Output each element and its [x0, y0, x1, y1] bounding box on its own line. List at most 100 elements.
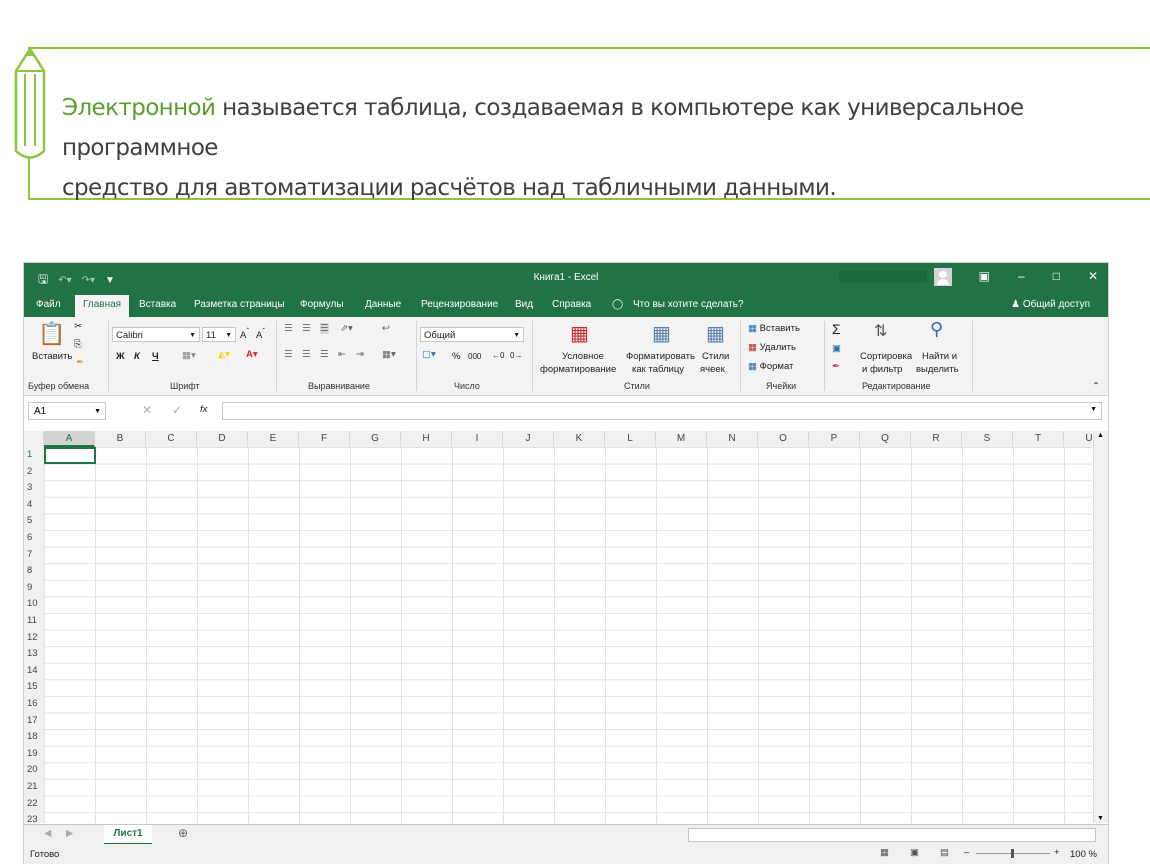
avatar[interactable]: [934, 268, 952, 286]
row-header[interactable]: 23: [27, 814, 38, 823]
row-header[interactable]: 18: [27, 731, 38, 742]
format-as-table-line2[interactable]: как таблицу: [632, 364, 684, 375]
increase-decimal-icon[interactable]: ←0: [492, 351, 504, 360]
align-right-icon[interactable]: ☰: [320, 349, 329, 360]
tab-review[interactable]: Рецензирование: [421, 299, 498, 310]
row-header[interactable]: 13: [27, 648, 38, 659]
row-header[interactable]: 4: [27, 499, 32, 510]
align-left-icon[interactable]: ☰: [284, 349, 293, 360]
column-header[interactable]: A: [44, 431, 95, 447]
active-cell-a1[interactable]: [44, 447, 96, 464]
cell-styles-line2[interactable]: ячеек: [700, 364, 725, 375]
tab-insert[interactable]: Вставка: [139, 299, 176, 310]
row-header[interactable]: 19: [27, 748, 38, 759]
name-box[interactable]: A1 ▼: [28, 402, 106, 420]
select-all-corner[interactable]: [24, 431, 44, 447]
fill-color-icon[interactable]: ◭▾: [218, 349, 230, 360]
format-as-table-line1[interactable]: Форматировать: [626, 351, 695, 362]
wrap-text-icon[interactable]: ↩: [382, 323, 390, 334]
row-header[interactable]: 2: [27, 466, 32, 477]
tab-data[interactable]: Данные: [365, 299, 401, 310]
cut-icon[interactable]: ✂: [74, 321, 82, 332]
row-header[interactable]: 3: [27, 482, 32, 493]
row-header[interactable]: 7: [27, 549, 32, 560]
column-header[interactable]: H: [401, 431, 452, 447]
sort-filter-line1[interactable]: Сортировка: [860, 351, 912, 362]
prev-sheet-icon[interactable]: ◀: [44, 828, 51, 839]
format-painter-icon[interactable]: ✒: [76, 357, 84, 368]
row-header[interactable]: 16: [27, 698, 38, 709]
column-header[interactable]: U: [1064, 431, 1092, 447]
collapse-ribbon-icon[interactable]: ⌃: [1092, 381, 1100, 392]
column-header[interactable]: E: [248, 431, 299, 447]
column-header[interactable]: B: [95, 431, 146, 447]
page-break-view-icon[interactable]: ▤: [940, 847, 949, 858]
insert-function-icon[interactable]: fx: [200, 404, 207, 415]
column-header[interactable]: R: [911, 431, 962, 447]
vertical-scrollbar[interactable]: ▲ ▼: [1093, 431, 1108, 823]
tab-formulas[interactable]: Формулы: [300, 299, 344, 310]
scroll-up-icon[interactable]: ▲: [1097, 432, 1104, 439]
column-header[interactable]: N: [707, 431, 758, 447]
underline-button[interactable]: Ч: [152, 351, 159, 362]
share-button[interactable]: ♟ Общий доступ: [1011, 299, 1090, 310]
next-sheet-icon[interactable]: ▶: [66, 828, 73, 839]
font-color-icon[interactable]: A▾: [246, 349, 258, 360]
align-middle-icon[interactable]: ☰: [302, 323, 311, 334]
row-header[interactable]: 20: [27, 764, 38, 775]
worksheet-grid[interactable]: ABCDEFGHIJKLMNOPQRSTU 1 2 3 4 5 6 7 8 9 10 11 12 13 1…: [24, 431, 1092, 823]
font-size-combo[interactable]: 11 ▼: [202, 327, 236, 342]
row-header[interactable]: 21: [27, 781, 38, 792]
row-header[interactable]: 5: [27, 515, 32, 526]
grow-font-icon[interactable]: Aˆ: [240, 327, 249, 341]
row-header[interactable]: 17: [27, 715, 38, 726]
percent-icon[interactable]: %: [452, 351, 460, 362]
column-header[interactable]: D: [197, 431, 248, 447]
align-top-icon[interactable]: ☰: [284, 323, 293, 334]
bold-button[interactable]: Ж: [116, 351, 125, 362]
column-header[interactable]: S: [962, 431, 1013, 447]
fill-icon[interactable]: ▣: [832, 343, 841, 354]
column-header[interactable]: P: [809, 431, 860, 447]
paste-button[interactable]: Вставить: [32, 351, 72, 362]
decrease-indent-icon[interactable]: ⇤: [338, 349, 346, 360]
column-header[interactable]: G: [350, 431, 401, 447]
cancel-icon[interactable]: ✕: [142, 403, 152, 417]
sort-filter-line2[interactable]: и фильтр: [862, 364, 902, 375]
cell-area[interactable]: [44, 447, 1092, 823]
align-bottom-icon[interactable]: ☰: [320, 323, 329, 334]
row-header[interactable]: 6: [27, 532, 32, 543]
column-header[interactable]: L: [605, 431, 656, 447]
tell-me-search[interactable]: Что вы хотите сделать?: [633, 299, 744, 310]
enter-icon[interactable]: ✓: [172, 403, 182, 417]
column-header[interactable]: O: [758, 431, 809, 447]
cell-styles-line1[interactable]: Стили: [702, 351, 729, 362]
increase-indent-icon[interactable]: ⇥: [356, 349, 364, 360]
format-cells-button[interactable]: ▦ Формат: [748, 361, 793, 372]
column-header[interactable]: Q: [860, 431, 911, 447]
tab-help[interactable]: Справка: [552, 299, 591, 310]
minimize-icon[interactable]: –: [1018, 269, 1025, 283]
conditional-formatting-line2[interactable]: форматирование: [540, 364, 616, 375]
add-sheet-icon[interactable]: ⊕: [178, 826, 188, 840]
clear-icon[interactable]: ✒: [832, 361, 840, 372]
decrease-decimal-icon[interactable]: 0→: [510, 351, 522, 360]
delete-cells-button[interactable]: ▦ Удалить: [748, 342, 796, 353]
maximize-icon[interactable]: □: [1053, 269, 1060, 283]
zoom-out-icon[interactable]: –: [964, 847, 969, 858]
insert-cells-button[interactable]: ▦ Вставить: [748, 323, 800, 334]
column-header[interactable]: T: [1013, 431, 1064, 447]
normal-view-icon[interactable]: ▦: [880, 847, 889, 858]
column-header[interactable]: J: [503, 431, 554, 447]
page-layout-view-icon[interactable]: ▣: [910, 847, 919, 858]
horizontal-scrollbar[interactable]: [688, 828, 1096, 842]
row-header[interactable]: 1: [27, 449, 32, 460]
column-header[interactable]: F: [299, 431, 350, 447]
row-header[interactable]: 8: [27, 565, 32, 576]
find-select-line1[interactable]: Найти и: [922, 351, 957, 362]
scroll-down-icon[interactable]: ▼: [1097, 815, 1104, 822]
column-header[interactable]: M: [656, 431, 707, 447]
row-header[interactable]: 15: [27, 681, 38, 692]
formula-input[interactable]: ▼: [222, 402, 1102, 420]
zoom-level[interactable]: 100 %: [1070, 849, 1097, 860]
